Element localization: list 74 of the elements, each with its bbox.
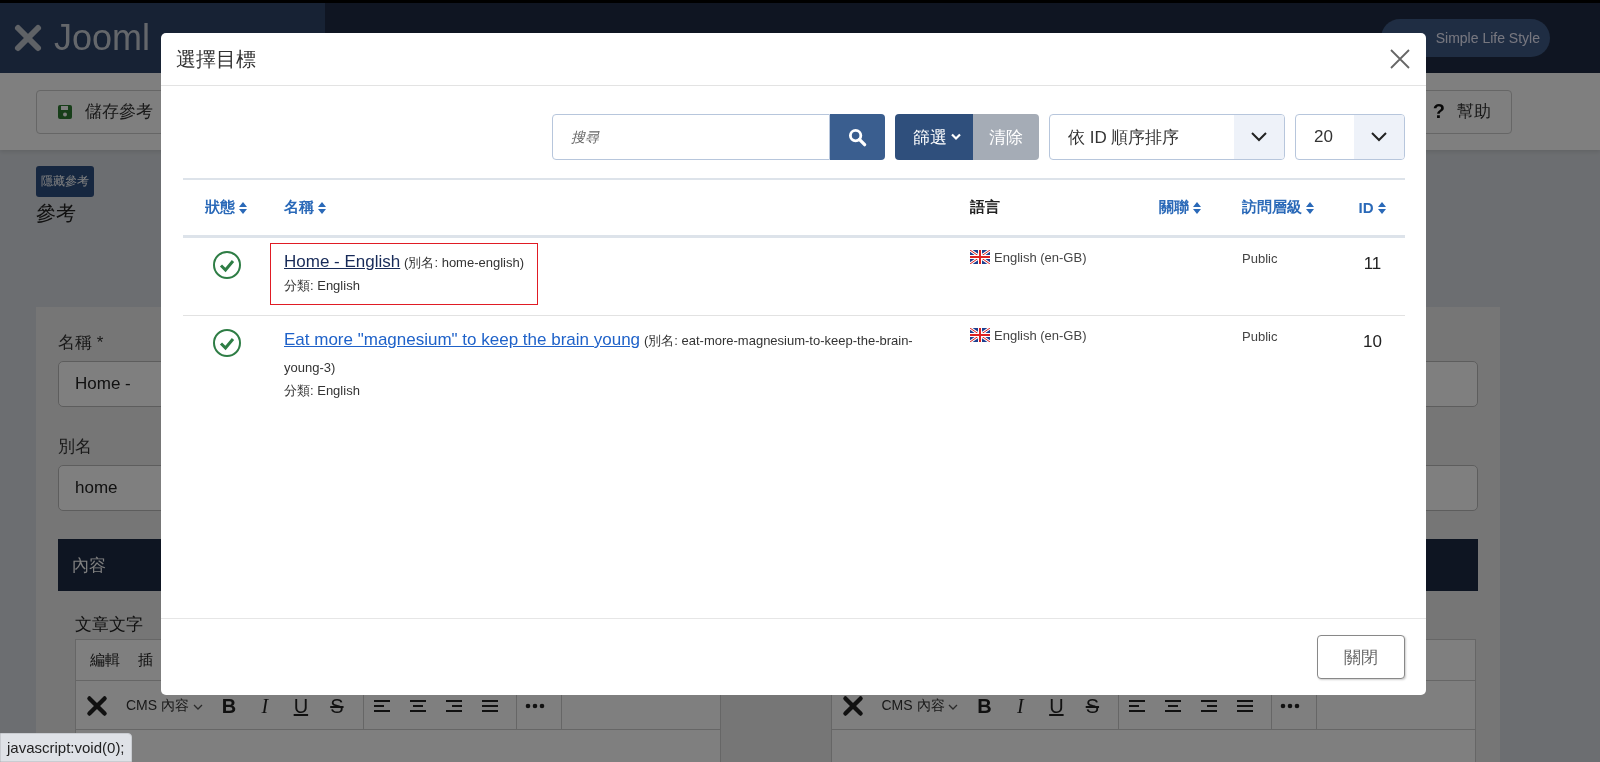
more-icon[interactable] (524, 703, 545, 709)
sort-dropdown[interactable]: 依 ID 順序排序 (1049, 114, 1285, 160)
uk-flag-icon (970, 328, 990, 342)
more-icon[interactable] (1280, 703, 1301, 709)
align-icon[interactable] (1127, 698, 1148, 714)
section-heading: 參考 (36, 201, 76, 226)
field-label: 名稱 * (58, 332, 104, 354)
sortable-column-header[interactable]: 訪問層級 (1242, 198, 1315, 217)
article-name-text: Home - English (別名: home-english) (284, 251, 525, 273)
sort-icon (1191, 200, 1202, 215)
align-icon[interactable] (407, 698, 428, 714)
cms-content-dropdown[interactable]: CMS 內容 (126, 697, 203, 715)
article-name-text: Eat more "magnesium" to keep the brain young (別名: eat-more-magnesium-to-keep-the-brain-young-3) (284, 329, 914, 377)
filter-button[interactable]: 篩選 (895, 114, 973, 160)
language-text: English (en-GB) (994, 250, 1087, 265)
published-check-icon[interactable] (211, 328, 242, 358)
status-bar-tooltip: javascript:void(0); (0, 733, 132, 762)
menu-item[interactable]: 編輯 (90, 650, 120, 670)
hide-reference-button[interactable]: 隱藏參考 (36, 166, 94, 197)
help-icon: ? (1432, 100, 1445, 123)
sort-icon (1305, 200, 1315, 215)
format-button[interactable]: U (1046, 694, 1067, 718)
search-icon (848, 127, 867, 147)
logo-text: Jooml (54, 17, 151, 59)
sort-icon (1376, 200, 1387, 215)
close-button[interactable]: 關閉 (1317, 635, 1405, 679)
save-icon (57, 103, 73, 120)
list-limit-dropdown[interactable]: 20 (1295, 114, 1405, 160)
sortable-column-header[interactable]: ID (1358, 199, 1387, 216)
article-title-link[interactable]: Eat more "magnesium" to keep the brain young (284, 330, 641, 349)
cms-content-dropdown[interactable]: CMS 內容 (881, 697, 959, 715)
article-title-link[interactable]: Home - English (284, 252, 401, 271)
align-icon[interactable] (1163, 698, 1184, 714)
format-button[interactable]: S (1082, 694, 1103, 718)
chevron-down-icon (951, 133, 961, 141)
logo-icon (84, 693, 110, 719)
column-header: 語言 (970, 198, 1000, 215)
format-button[interactable]: I (254, 694, 275, 718)
align-icon[interactable] (1235, 698, 1256, 714)
format-button[interactable]: B (218, 694, 239, 718)
field-label: 別名 (58, 436, 92, 458)
content-tab[interactable]: 內容 (58, 539, 120, 591)
format-button[interactable]: I (1010, 694, 1031, 718)
menu-item[interactable]: 插 (138, 650, 153, 670)
access-level-text: Public (1242, 329, 1278, 344)
category-text: 分類: English (284, 382, 361, 400)
sortable-column-header[interactable]: 名稱 (284, 198, 327, 217)
category-text: 分類: English (284, 277, 361, 295)
uk-flag-icon (970, 250, 990, 264)
close-icon[interactable] (1390, 49, 1410, 69)
align-icon[interactable] (1199, 698, 1220, 714)
chevron-down-icon (948, 704, 959, 710)
id-text: 11 (1363, 254, 1382, 273)
search-field[interactable]: 搜尋 (552, 114, 830, 160)
chevron-down-icon (1251, 132, 1267, 142)
sort-icon (238, 200, 248, 215)
format-button[interactable]: S (326, 694, 347, 718)
dialog-title: 選擇目標 (176, 46, 256, 72)
format-button[interactable]: B (974, 694, 995, 718)
published-check-icon[interactable] (211, 250, 242, 280)
chevron-down-icon (192, 704, 203, 710)
sort-icon (317, 200, 327, 215)
editor-label: 文章文字 (75, 614, 143, 636)
align-icon[interactable] (479, 698, 500, 714)
align-icon[interactable] (371, 698, 392, 714)
id-text: 10 (1363, 332, 1382, 351)
search-button[interactable] (830, 114, 885, 160)
chevron-down-icon (1371, 132, 1387, 142)
language-text: English (en-GB) (994, 328, 1087, 343)
align-icon[interactable] (443, 698, 464, 714)
sortable-column-header[interactable]: 狀態 (205, 198, 248, 217)
access-level-text: Public (1242, 251, 1278, 266)
format-button[interactable]: U (290, 694, 311, 718)
sortable-column-header[interactable]: 關聯 (1158, 198, 1202, 217)
